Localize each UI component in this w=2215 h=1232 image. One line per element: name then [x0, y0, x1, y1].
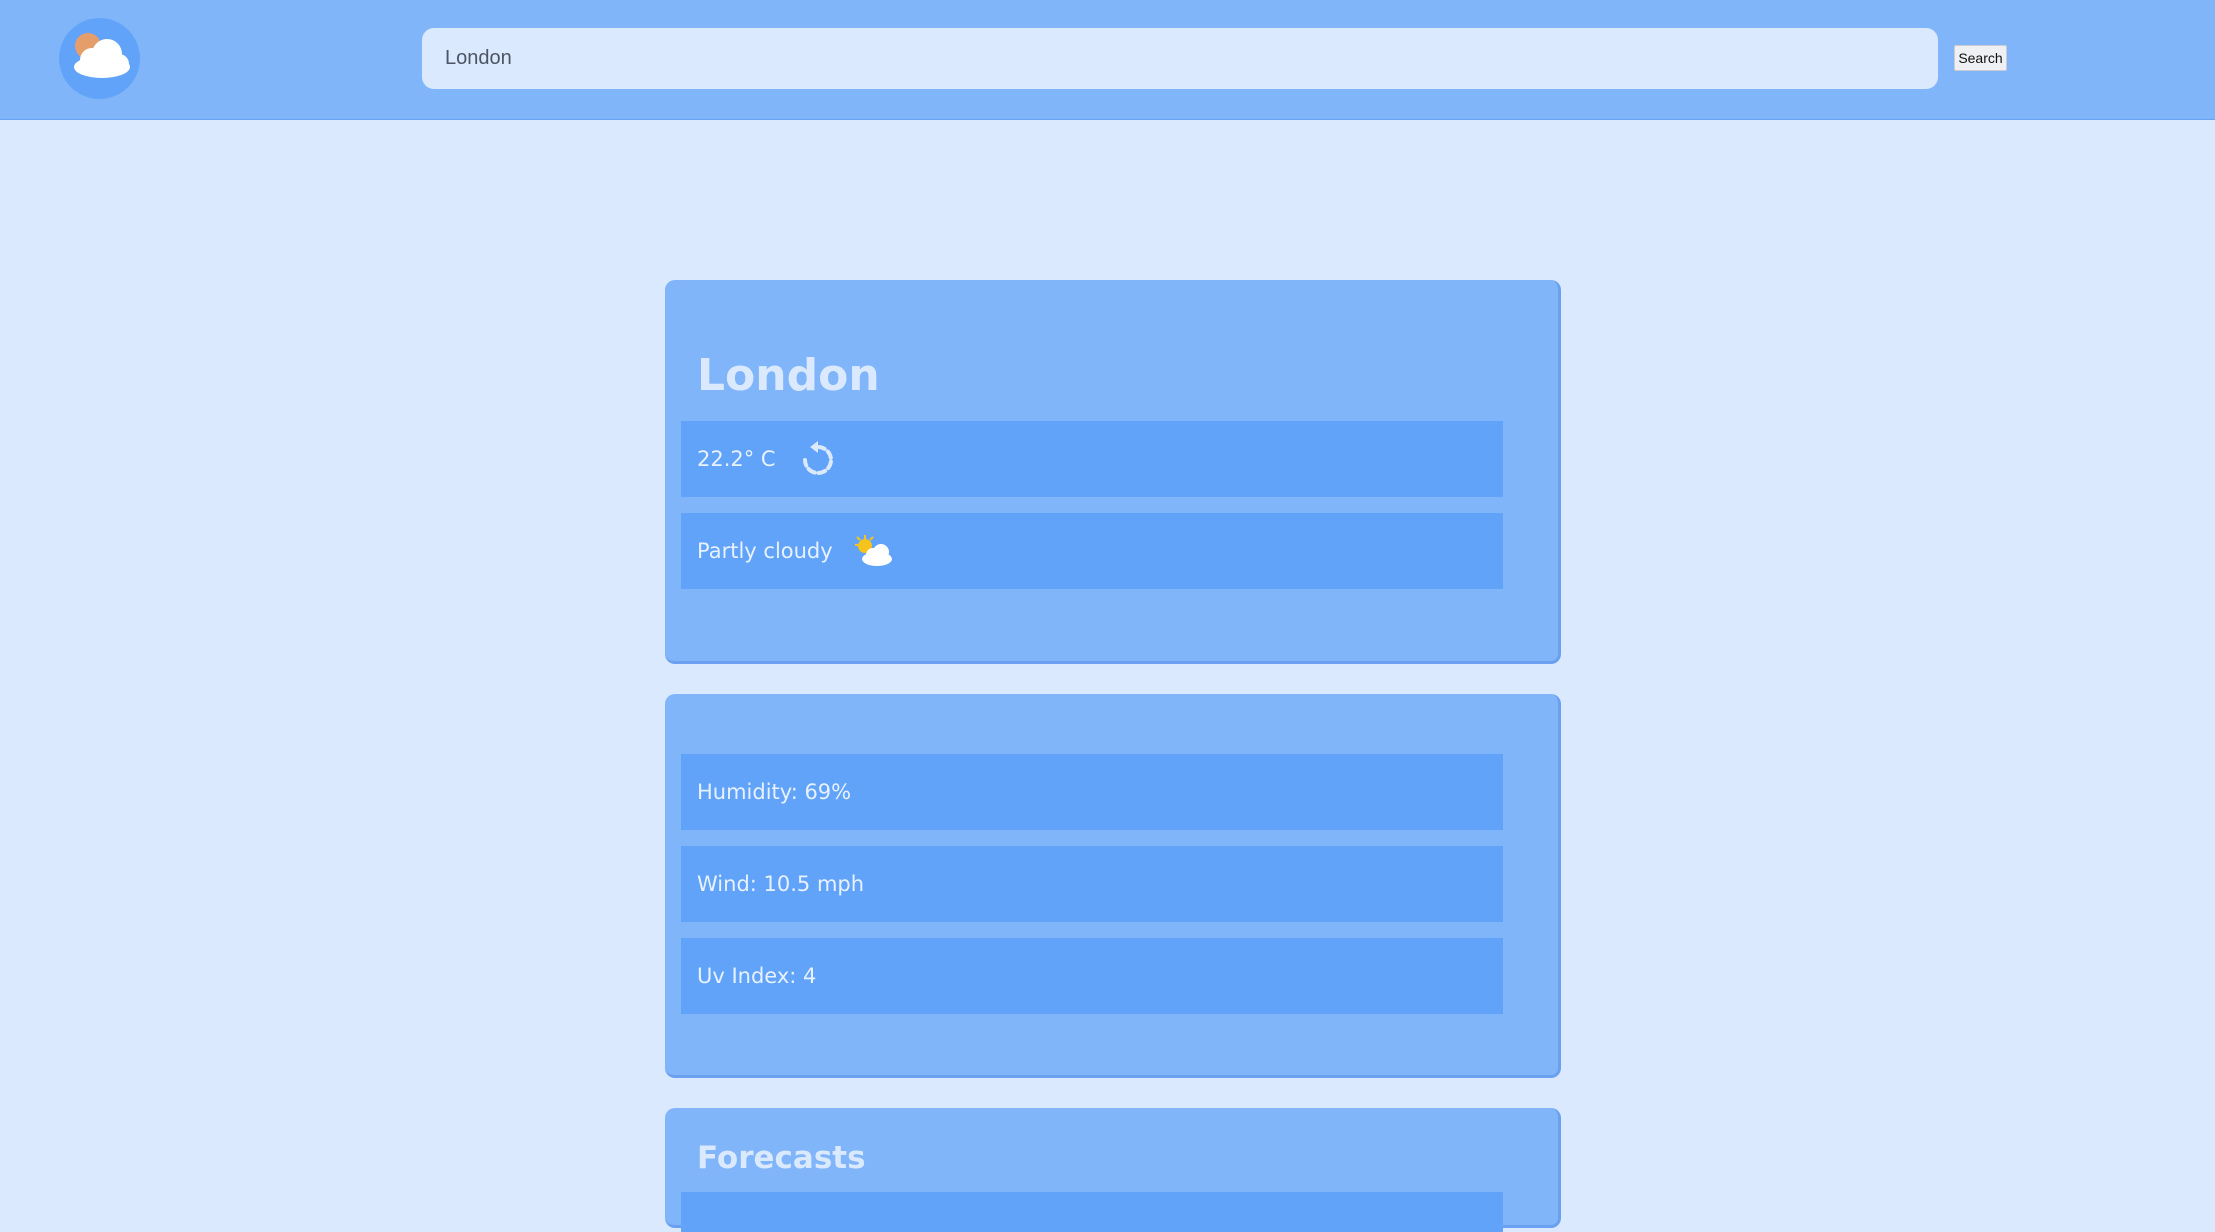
- wind-text: Wind: 10.5 mph: [697, 872, 865, 896]
- current-weather-card: London 22.2° C Partly cloudy: [665, 280, 1561, 664]
- temperature-value: 22.2° C: [697, 447, 776, 471]
- uv-text: Uv Index: 4: [697, 964, 817, 988]
- condition-text: Partly cloudy: [697, 539, 833, 563]
- uv-row: Uv Index: 4: [681, 938, 1503, 1014]
- city-title: London: [697, 350, 880, 401]
- search-input[interactable]: [422, 28, 1938, 89]
- condition-row: Partly cloudy: [681, 513, 1503, 589]
- wind-row: Wind: 10.5 mph: [681, 846, 1503, 922]
- refresh-icon[interactable]: [798, 439, 834, 479]
- partly-cloudy-icon: [851, 533, 895, 569]
- forecast-title: Forecasts: [697, 1140, 866, 1176]
- search-button[interactable]: Search: [1954, 45, 2007, 71]
- humidity-text: Humidity: 69%: [697, 780, 852, 804]
- humidity-row: Humidity: 69%: [681, 754, 1503, 830]
- logo: [59, 18, 140, 99]
- partly-cloudy-icon: [74, 33, 130, 78]
- details-card: Humidity: 69% Wind: 10.5 mph Uv Index: 4: [665, 694, 1561, 1078]
- forecast-card: Forecasts: [665, 1108, 1561, 1232]
- forecast-row: [681, 1192, 1503, 1232]
- app-header: Search: [0, 0, 2215, 120]
- temperature-row: 22.2° C: [681, 421, 1503, 497]
